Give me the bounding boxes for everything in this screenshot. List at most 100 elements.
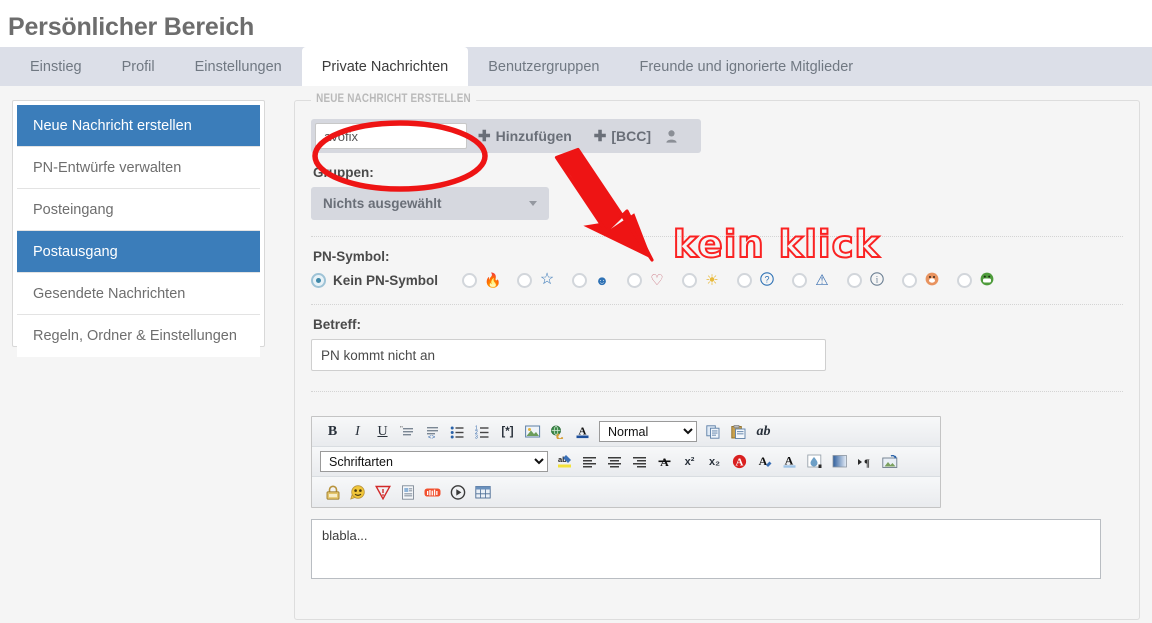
align-left-button[interactable]	[577, 450, 602, 474]
pn-symbol-option-green-smiley[interactable]	[957, 272, 995, 288]
svg-text:i: i	[876, 275, 879, 285]
sidebar-item-posteingang[interactable]: Posteingang	[17, 189, 260, 231]
color-picker-button[interactable]	[802, 450, 827, 474]
toolbar-row-2: Schriftarten ab A	[312, 447, 940, 477]
sidebar-item-gesendete[interactable]: Gesendete Nachrichten	[17, 273, 260, 315]
copy-button[interactable]	[701, 420, 726, 444]
svg-text:A: A	[736, 457, 744, 469]
table-button[interactable]	[470, 480, 495, 504]
footnote-button[interactable]: [*]	[495, 420, 520, 444]
pn-symbol-option-sad-smiley[interactable]	[902, 272, 940, 288]
insert-link-button[interactable]	[545, 420, 570, 444]
divider-2	[311, 304, 1123, 305]
fire-icon: 🔥	[484, 272, 502, 288]
code-button[interactable]: <>	[420, 420, 445, 444]
pn-symbol-option-fire[interactable]: 🔥	[462, 272, 502, 288]
pn-symbol-radio-green-smiley[interactable]	[957, 272, 973, 288]
pn-symbol-option-star[interactable]: ☆	[517, 272, 555, 288]
pn-symbol-option-question[interactable]: ?	[737, 272, 775, 288]
pn-symbol-radio-star[interactable]	[517, 272, 533, 288]
svg-text:¶: ¶	[864, 457, 870, 469]
format-select[interactable]: Normal	[599, 421, 697, 442]
recipient-input[interactable]	[315, 123, 467, 149]
groups-select[interactable]: Nichts ausgewählt	[311, 187, 549, 220]
text-background-button[interactable]: A	[777, 450, 802, 474]
paste-button[interactable]	[726, 420, 751, 444]
smiley-button[interactable]	[345, 480, 370, 504]
clear-format-button[interactable]: A	[652, 450, 677, 474]
pn-symbol-radio-sad-smiley[interactable]	[902, 272, 918, 288]
font-select[interactable]: Schriftarten	[320, 451, 548, 472]
ordered-list-button[interactable]: 123	[470, 420, 495, 444]
divider-3	[311, 391, 1123, 392]
fieldset-legend: NEUE NACHRICHT ERSTELLEN	[311, 93, 477, 105]
chevron-down-icon	[529, 201, 537, 206]
bold-button[interactable]: B	[320, 420, 345, 444]
add-recipient-label: Hinzufügen	[495, 128, 572, 144]
warn-button[interactable]	[370, 480, 395, 504]
tab-einstieg[interactable]: Einstieg	[10, 47, 102, 86]
align-center-button[interactable]	[602, 450, 627, 474]
tab-private-nachrichten[interactable]: Private Nachrichten	[301, 47, 469, 86]
pn-symbol-radio-heart[interactable]	[627, 272, 643, 288]
subject-label: Betreff:	[313, 317, 362, 332]
message-body-textarea[interactable]: blabla...	[311, 519, 1101, 579]
gradient-button[interactable]	[827, 450, 852, 474]
recipient-bar: ✚ Hinzufügen ✚ [BCC]	[311, 119, 701, 153]
text-direction-button[interactable]: ¶	[852, 450, 877, 474]
font-color-button[interactable]: A	[570, 420, 595, 444]
highlight-button[interactable]: ab	[552, 450, 577, 474]
sidebar-item-postausgang[interactable]: Postausgang	[17, 231, 260, 273]
find-member-button[interactable]	[662, 123, 687, 149]
sidebar-item-regeln-ordner[interactable]: Regeln, Ordner & Einstellungen	[17, 315, 260, 357]
main-content: NEUE NACHRICHT ERSTELLEN ✚ Hinzufügen ✚ …	[294, 93, 1140, 623]
pn-symbol-radio-warning[interactable]	[792, 272, 808, 288]
pn-symbol-radio-info[interactable]	[847, 272, 863, 288]
pn-symbol-radio-question[interactable]	[737, 272, 753, 288]
insert-media-button[interactable]	[877, 450, 902, 474]
red-letter-button[interactable]: A	[727, 450, 752, 474]
new-message-fieldset: NEUE NACHRICHT ERSTELLEN ✚ Hinzufügen ✚ …	[294, 93, 1140, 620]
tab-einstellungen[interactable]: Einstellungen	[175, 47, 302, 86]
underline-button[interactable]: U	[370, 420, 395, 444]
align-right-button[interactable]	[627, 450, 652, 474]
italic-button[interactable]: I	[345, 420, 370, 444]
soundcloud-button[interactable]	[420, 480, 445, 504]
spellcheck-button[interactable]: ab	[751, 420, 776, 444]
divider-1	[311, 236, 1123, 237]
sidebar-item-neue-nachricht[interactable]: Neue Nachricht erstellen	[17, 105, 260, 147]
svg-text:?: ?	[765, 275, 770, 285]
unordered-list-button[interactable]	[445, 420, 470, 444]
sidebar-item-pn-entwuerfe[interactable]: PN-Entwürfe verwalten	[17, 147, 260, 189]
add-recipient-button[interactable]: ✚ Hinzufügen	[467, 123, 583, 149]
add-bcc-button[interactable]: ✚ [BCC]	[583, 123, 662, 149]
pn-symbol-radio-lightbulb[interactable]	[682, 272, 698, 288]
svg-text:3: 3	[475, 434, 478, 439]
warning-icon: ⚠	[815, 271, 829, 289]
page-body: Neue Nachricht erstellen PN-Entwürfe ver…	[0, 86, 1152, 623]
quote-button[interactable]: "	[395, 420, 420, 444]
green-smiley-icon	[979, 272, 995, 288]
pn-symbol-option-heart[interactable]: ♡	[627, 272, 665, 288]
pn-symbol-option-skull[interactable]: ☻	[572, 272, 610, 288]
insert-image-button[interactable]	[520, 420, 545, 444]
tab-freunde-ignorierte[interactable]: Freunde und ignorierte Mitglieder	[620, 47, 874, 86]
pn-symbol-radio-skull[interactable]	[572, 272, 588, 288]
pn-symbol-option-lightbulb[interactable]: ☀	[682, 272, 720, 288]
tab-profil[interactable]: Profil	[102, 47, 175, 86]
subscript-button[interactable]: x₂	[702, 450, 727, 474]
pn-symbol-option-info[interactable]: i	[847, 272, 885, 288]
tab-benutzergruppen[interactable]: Benutzergruppen	[468, 47, 619, 86]
text-color-button[interactable]: A	[752, 450, 777, 474]
skull-icon: ☻	[595, 272, 609, 288]
superscript-button[interactable]: x²	[677, 450, 702, 474]
spoiler-lock-button[interactable]	[320, 480, 345, 504]
pn-symbol-radio-fire[interactable]	[462, 272, 478, 288]
pn-symbol-option-warning[interactable]: ⚠	[792, 271, 830, 289]
person-icon	[666, 129, 677, 143]
pn-symbol-radio-none[interactable]	[311, 272, 326, 288]
main-tabs: Einstieg Profil Einstellungen Private Na…	[0, 47, 1152, 86]
subject-input[interactable]	[311, 339, 826, 371]
video-button[interactable]	[445, 480, 470, 504]
info-page-button[interactable]	[395, 480, 420, 504]
